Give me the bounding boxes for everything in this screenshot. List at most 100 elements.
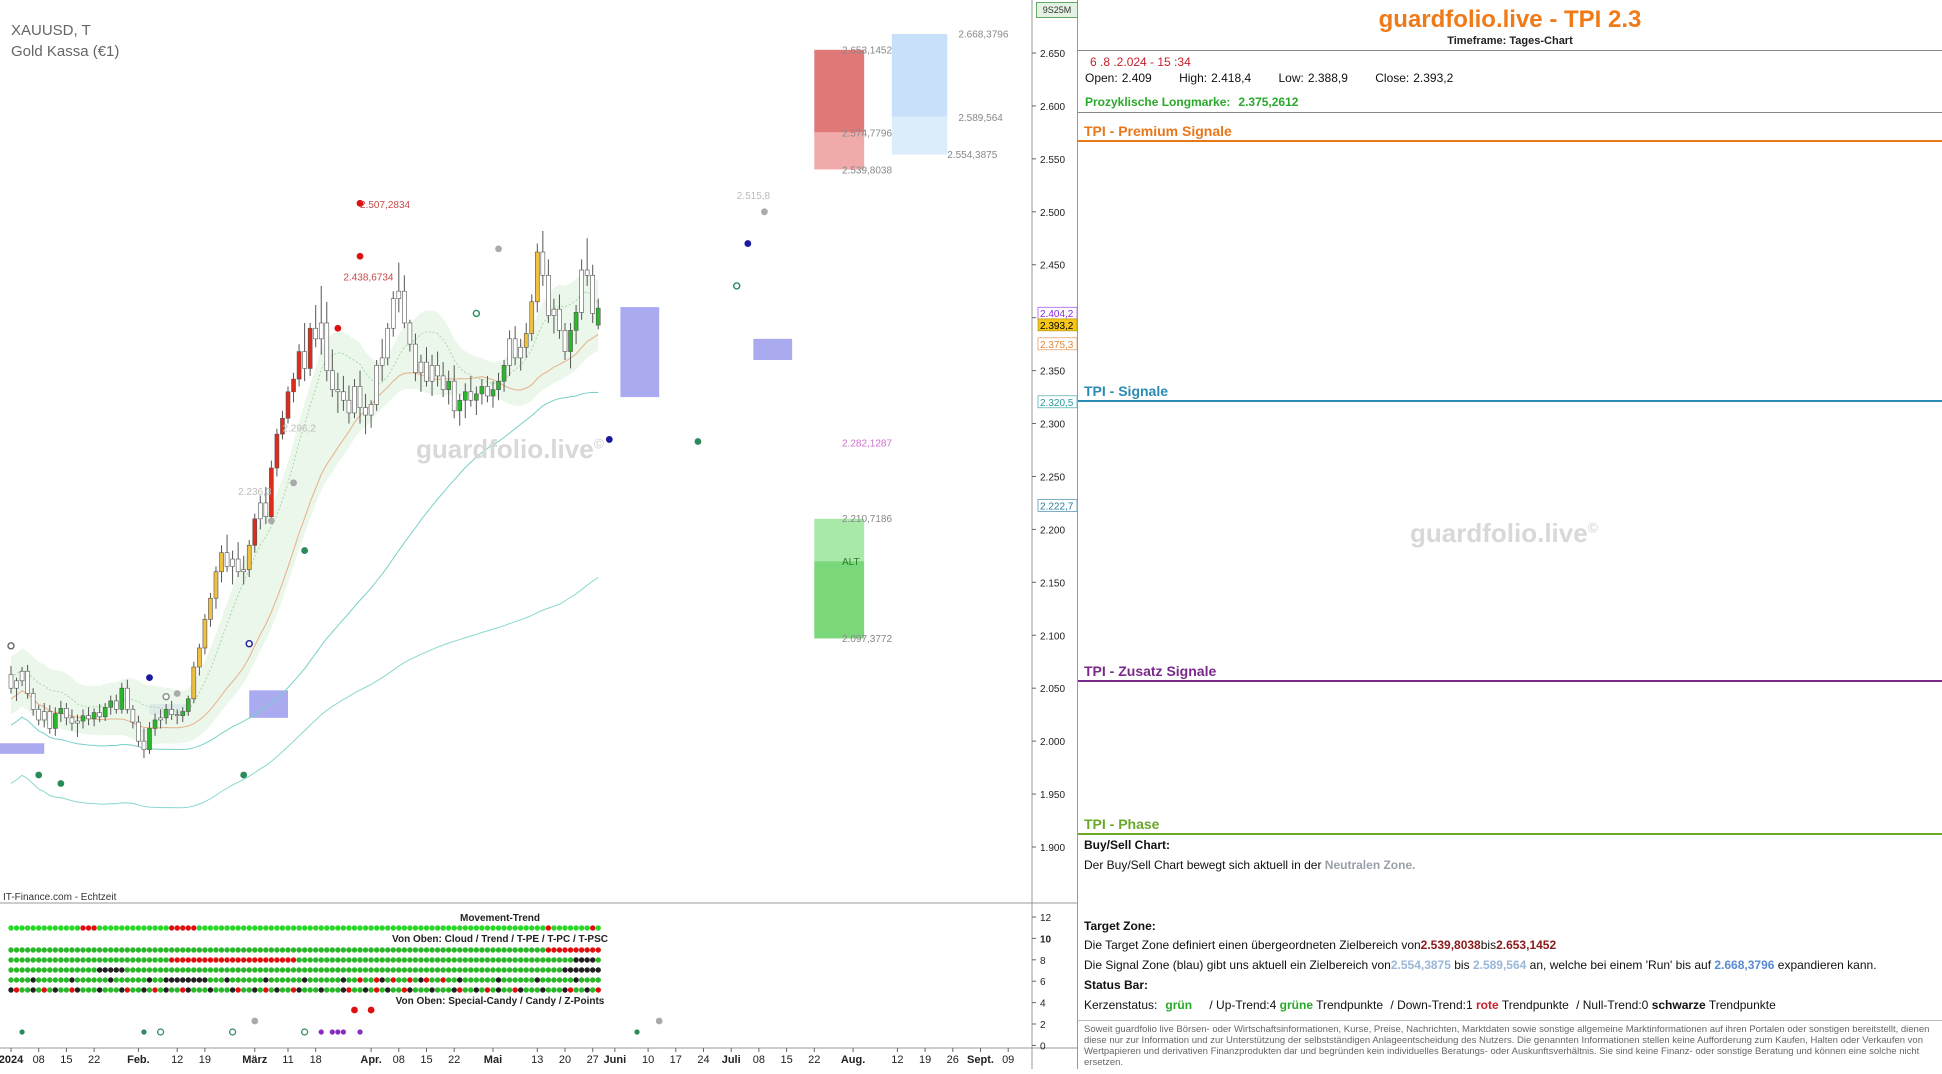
candle-body: [14, 680, 19, 689]
trend-dot: [41, 947, 47, 953]
panel-timeframe: Timeframe: Tages-Chart: [1447, 35, 1573, 47]
candle-body: [424, 361, 429, 382]
trend-dot: [174, 987, 180, 993]
signal-dot: [301, 547, 309, 554]
candle-body: [53, 713, 58, 729]
trend-dot: [551, 987, 557, 993]
trend-dot: [174, 925, 180, 931]
candle-body: [307, 327, 313, 369]
trend-dot: [307, 977, 313, 983]
trend-dot: [168, 947, 175, 953]
trend-dot: [573, 925, 579, 931]
trend-dot: [534, 957, 540, 963]
trend-dot: [434, 967, 441, 973]
panel-watermark: guardfolio.live©: [1410, 518, 1598, 549]
zpoint-dot: [357, 1029, 363, 1035]
chart-area[interactable]: 2.653,1452 2.574,7796 2.539,8038 2.668,3796…: [0, 0, 1078, 1069]
signal-dot: [173, 690, 181, 697]
trend-dot: [290, 957, 297, 963]
trend-dot: [324, 987, 330, 993]
x-tick-label: 20: [559, 1054, 571, 1066]
candle-body: [507, 338, 512, 366]
trend-dot: [324, 957, 330, 963]
trend-dot: [512, 925, 518, 931]
trend-dot: [141, 977, 147, 983]
trend-dot: [495, 987, 502, 993]
y-tick-label: 1.950: [1040, 790, 1065, 801]
trend-dot: [578, 977, 585, 983]
trend-dot: [207, 947, 214, 953]
candle-body: [318, 322, 324, 340]
x-tick-label: 26: [947, 1054, 959, 1066]
trend-dot: [102, 987, 108, 993]
trend-dot: [52, 957, 59, 963]
candle-body: [69, 717, 75, 724]
trend-dot: [307, 957, 313, 963]
candle-body: [257, 502, 263, 520]
zpoint-dot: [229, 1028, 237, 1036]
trend-dot: [152, 947, 158, 953]
trend-dot: [506, 987, 513, 993]
y-tick-label: 2.250: [1040, 472, 1065, 483]
candle-body: [41, 711, 47, 721]
trend-dot: [379, 967, 385, 973]
trend-dot: [401, 947, 408, 953]
trend-dot: [47, 957, 53, 963]
signal-dot: [733, 282, 741, 290]
trend-dot: [58, 947, 64, 953]
trend-dot: [146, 967, 153, 973]
trend-dot: [556, 957, 563, 963]
trend-dot: [80, 957, 86, 963]
price-chart[interactable]: 2.653,1452 2.574,7796 2.539,8038 2.668,3796…: [0, 0, 1078, 1069]
x-tick-label: 10: [642, 1054, 654, 1066]
timeframe-badge[interactable]: 9S25M: [1036, 2, 1078, 18]
x-tick-label: 27: [587, 1054, 599, 1066]
trend-dot: [484, 967, 491, 973]
trend-dot: [434, 947, 441, 953]
trend-dot: [163, 957, 169, 963]
signal-dot: [495, 245, 502, 253]
candle-body: [457, 399, 463, 412]
trend-dot: [63, 977, 70, 983]
trend-dot: [523, 987, 529, 993]
trend-dot: [529, 947, 535, 953]
trend-dot: [218, 925, 225, 931]
trend-dot: [373, 957, 380, 963]
trend-dot: [202, 987, 208, 993]
trend-dot: [512, 967, 518, 973]
trend-dot: [135, 967, 142, 973]
trend-dot: [412, 925, 419, 931]
trend-dot: [174, 957, 180, 963]
candle-body: [208, 597, 213, 620]
trend-dot: [540, 947, 546, 953]
trend-dot: [202, 977, 208, 983]
trend-dot: [180, 967, 186, 973]
trend-dot: [80, 987, 86, 993]
trend-dot: [379, 947, 385, 953]
trend-dot: [390, 947, 396, 953]
trend-dot: [540, 967, 546, 973]
trend-dot: [501, 977, 507, 983]
status-heading: Status Bar:: [1084, 978, 1149, 992]
trend-dot: [429, 977, 435, 983]
nulltrend-label: / Null-Trend:0: [1576, 998, 1649, 1012]
trend-dot: [19, 957, 25, 963]
annotation-label: 2.554,3875: [947, 150, 997, 161]
candle-body: [390, 298, 396, 329]
trend-dot: [85, 925, 92, 931]
trend-dot: [335, 967, 341, 973]
zone-rect: [753, 338, 793, 361]
premium-line: [1078, 140, 1942, 142]
trend-dot: [152, 987, 158, 993]
trend-dot: [495, 957, 502, 963]
trend-dot: [490, 977, 496, 983]
candle-body: [341, 391, 346, 401]
trend-dot: [506, 957, 513, 963]
trend-dot: [246, 957, 252, 963]
trend-dot: [8, 967, 14, 973]
trend-dot: [41, 977, 47, 983]
trend-dot: [318, 967, 324, 973]
trend-dot: [102, 967, 108, 973]
candle-body: [352, 386, 357, 414]
trend-dot: [490, 967, 496, 973]
